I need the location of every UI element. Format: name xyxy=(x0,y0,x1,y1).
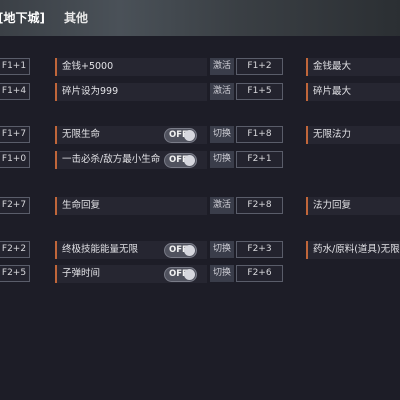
mode-tag: 切换 xyxy=(210,241,234,258)
toggle-knob xyxy=(184,130,195,141)
cheat-label: 生命回复 xyxy=(55,197,207,215)
cheat-label-secondary: 金钱最大 xyxy=(306,58,400,76)
hotkey-right[interactable]: F1+8 xyxy=(236,126,283,143)
cheat-label: 碎片设为999 xyxy=(55,83,207,101)
mode-tag: 切换 xyxy=(210,265,234,282)
hotkey-right[interactable]: F1+5 xyxy=(236,83,283,100)
hotkey-left[interactable]: F2+7 xyxy=(0,197,30,214)
hotkey-left[interactable]: F1+0 xyxy=(0,151,30,168)
cheat-label-secondary: 药水/原料(道具)无限 xyxy=(306,241,400,259)
cheat-label-secondary: 法力回复 xyxy=(306,197,400,215)
hotkey-left[interactable]: F1+1 xyxy=(0,58,30,75)
hotkey-left[interactable]: F1+4 xyxy=(0,83,30,100)
hotkey-right[interactable]: F1+2 xyxy=(236,58,283,75)
cheat-label: 金钱+5000 xyxy=(55,58,207,76)
toggle-switch[interactable]: OFF xyxy=(164,267,197,282)
cheat-label-secondary: 无限法力 xyxy=(306,126,400,144)
tab-dungeon[interactable]: [地下城] xyxy=(0,9,45,26)
hotkey-right[interactable]: F2+1 xyxy=(236,151,283,168)
toggle-knob xyxy=(184,245,195,256)
toggle-switch[interactable]: OFF xyxy=(164,128,197,143)
mode-tag: 激活 xyxy=(210,58,234,75)
hotkey-right[interactable]: F2+8 xyxy=(236,197,283,214)
hotkey-left[interactable]: F1+7 xyxy=(0,126,30,143)
hotkey-left[interactable]: F2+2 xyxy=(0,241,30,258)
mode-tag: 激活 xyxy=(210,197,234,214)
header-bar: [地下城] 其他 xyxy=(0,0,400,36)
tab-other[interactable]: 其他 xyxy=(64,9,88,26)
toggle-switch[interactable]: OFF xyxy=(164,153,197,168)
toggle-knob xyxy=(184,155,195,166)
mode-tag: 激活 xyxy=(210,83,234,100)
mode-tag: 切换 xyxy=(210,151,234,168)
hotkey-left[interactable]: F2+5 xyxy=(0,265,30,282)
cheat-panel: F1+1 金钱+5000 激活 F1+2 金钱最大 F1+4 碎片设为999 激… xyxy=(0,44,400,400)
toggle-knob xyxy=(184,269,195,280)
hotkey-right[interactable]: F2+3 xyxy=(236,241,283,258)
mode-tag: 切换 xyxy=(210,126,234,143)
hotkey-right[interactable]: F2+6 xyxy=(236,265,283,282)
toggle-switch[interactable]: OFF xyxy=(164,243,197,258)
cheat-label-secondary: 碎片最大 xyxy=(306,83,400,101)
